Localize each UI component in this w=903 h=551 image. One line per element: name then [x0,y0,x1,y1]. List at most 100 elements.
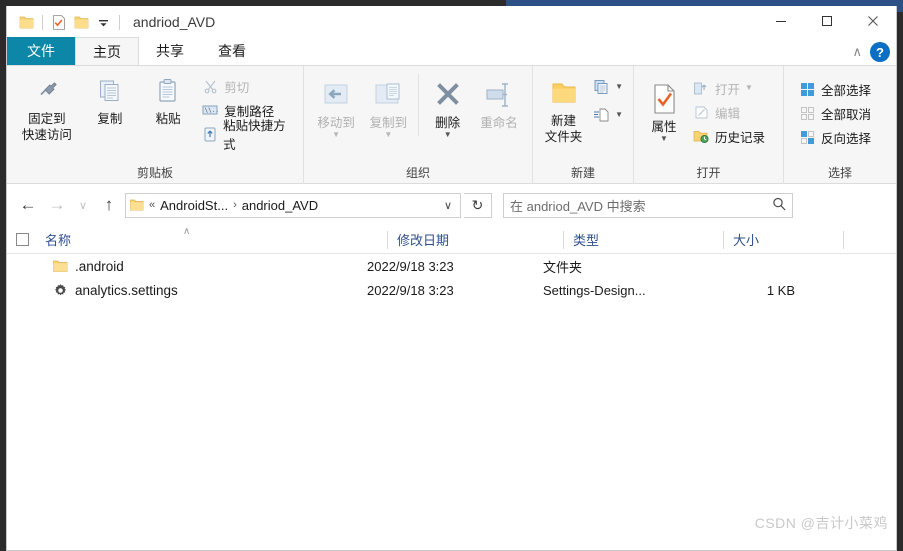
breadcrumb-overflow[interactable]: « [149,199,155,211]
copy-to-caret-icon[interactable]: ▼ [384,131,392,139]
paste-shortcut-button[interactable]: 粘贴快捷方式 [197,119,297,152]
breadcrumb-item-1[interactable]: andriod_AVD [242,198,318,213]
file-name-label: .android [75,258,124,274]
address-folder-icon [130,199,144,211]
address-dropdown-icon[interactable]: ∨ [444,199,456,212]
breadcrumb-item-0[interactable]: AndroidSt... [160,198,228,213]
tab-share[interactable]: 共享 [139,37,201,65]
new-item-button[interactable]: ▼ [588,76,627,98]
new-folder-button[interactable]: 新建 文件夹 [539,72,588,145]
delete-x-icon [433,78,463,112]
paste-shortcut-icon [201,125,218,143]
qat-folder-icon[interactable] [15,11,37,33]
properties-caret-icon[interactable]: ▼ [660,135,668,143]
new-item-icon [592,78,610,96]
file-name-cell[interactable]: .android [7,259,357,274]
delete-caret-icon[interactable]: ▼ [444,131,452,139]
address-bar[interactable]: « AndroidSt... › andriod_AVD ∨ [125,192,461,218]
column-header-size[interactable]: 大小 [723,226,843,254]
paste-button[interactable]: 粘贴 [139,70,197,127]
forward-button[interactable]: → [44,192,70,218]
back-button[interactable]: ← [15,192,41,218]
open-button[interactable]: 打开 ▼ [688,77,769,99]
qat-properties-icon[interactable] [48,11,70,33]
qat-new-folder-icon[interactable] [70,11,92,33]
tab-home[interactable]: 主页 [75,37,139,65]
file-list[interactable]: .android 2022/9/18 3:23 文件夹 analytics.setti… [7,254,896,550]
history-icon [692,127,710,145]
edit-button[interactable]: 编辑 [688,101,769,123]
select-none-label: 全部取消 [821,107,872,122]
column-header-type[interactable]: 类型 [563,226,723,254]
paste-label: 粘贴 [155,112,181,126]
pin-to-quick-access-button[interactable]: 固定到 快速访问 [13,70,81,143]
window-title: andriod_AVD [133,14,216,30]
tab-view[interactable]: 查看 [201,37,263,65]
edit-icon [692,103,710,121]
close-button[interactable] [850,6,896,36]
qat-customize-caret-icon[interactable] [92,11,114,33]
invert-selection-button[interactable]: 反向选择 [794,126,875,148]
copy-button[interactable]: 复制 [81,70,139,127]
minimize-button[interactable] [758,6,804,36]
properties-button[interactable]: 属性 ▼ [640,72,688,143]
svg-text:\\..: \\.. [205,107,219,114]
paste-shortcut-label: 粘贴快捷方式 [223,119,286,152]
easy-access-button[interactable]: ▼ [588,104,627,126]
paste-icon [153,74,183,108]
help-icon[interactable]: ? [870,42,890,62]
cut-button[interactable]: 剪切 [197,75,297,97]
quick-access-toolbar: andriod_AVD [7,6,215,38]
invert-selection-icon [798,128,816,146]
tabstrip-right-controls: ∧ ? [852,42,890,62]
new-item-caret-icon[interactable]: ▼ [615,83,623,91]
ribbon-group-clipboard: 固定到 快速访问 复制 粘贴 剪切 \\.. 复制路径 粘贴快捷方式 剪贴板 [7,66,303,184]
table-row[interactable]: .android 2022/9/18 3:23 文件夹 [7,254,896,278]
copy-to-button[interactable]: 复制到 ▼ [362,74,414,139]
edit-label: 编辑 [715,106,741,121]
table-row[interactable]: analytics.settings 2022/9/18 3:23 Settings… [7,278,896,302]
tab-file[interactable]: 文件 [7,37,75,65]
ribbon-group-new: 新建 文件夹 ▼ ▼ 新建 [532,66,633,184]
ribbon-group-organize: 移动到 ▼ 复制到 ▼ 删除 ▼ 重命名 组织 [303,66,532,184]
ribbon-group-open: 属性 ▼ 打开 ▼ 编辑 历史记录 打开 [633,66,783,184]
file-explorer-window: andriod_AVD 文件 主页 共享 查看 ∧ ? 固定到 快速访问 复制 … [6,6,897,551]
properties-label: 属性 [651,120,677,134]
open-caret-icon[interactable]: ▼ [745,84,753,92]
up-button[interactable]: ↑ [96,192,122,218]
easy-access-caret-icon[interactable]: ▼ [615,111,623,119]
collapse-ribbon-icon[interactable]: ∧ [852,44,862,60]
refresh-button[interactable]: ↻ [464,192,492,218]
file-date-cell: 2022/9/18 3:23 [367,282,454,298]
scissors-icon [201,77,219,95]
recent-locations-button[interactable]: ∨ [73,192,93,218]
breadcrumb-separator[interactable]: › [233,199,237,211]
pin-to-quick-access-label: 固定到 快速访问 [21,112,72,142]
organize-divider [418,74,420,136]
select-all-button[interactable]: 全部选择 [794,78,875,100]
maximize-button[interactable] [804,6,850,36]
column-header-name[interactable]: 名称 [37,226,387,254]
select-none-button[interactable]: 全部取消 [794,102,875,124]
column-header-date[interactable]: 修改日期 [387,226,563,254]
search-icon [772,197,786,214]
select-all-checkbox[interactable] [7,233,37,246]
search-box[interactable]: 在 andriod_AVD 中搜索 [503,192,793,218]
delete-label: 删除 [435,116,461,130]
copy-path-icon: \\.. [201,101,219,119]
file-type-cell: Settings-Design... [543,282,646,298]
history-button[interactable]: 历史记录 [688,125,769,147]
easy-access-icon [592,106,610,124]
delete-button[interactable]: 删除 ▼ [423,74,472,139]
open-label: 打开 [715,82,741,97]
search-placeholder: 在 andriod_AVD 中搜索 [510,198,646,214]
qat-separator-1 [42,14,43,30]
ribbon: 固定到 快速访问 复制 粘贴 剪切 \\.. 复制路径 粘贴快捷方式 剪贴板 移… [7,66,896,184]
rename-button[interactable]: 重命名 [472,74,526,131]
ribbon-tabstrip: 文件 主页 共享 查看 ∧ ? [7,37,896,66]
move-to-caret-icon[interactable]: ▼ [332,131,340,139]
file-name-cell[interactable]: analytics.settings [7,283,357,298]
rename-icon [483,78,515,112]
move-to-button[interactable]: 移动到 ▼ [310,74,362,139]
ribbon-group-label-clipboard: 剪贴板 [136,166,173,180]
